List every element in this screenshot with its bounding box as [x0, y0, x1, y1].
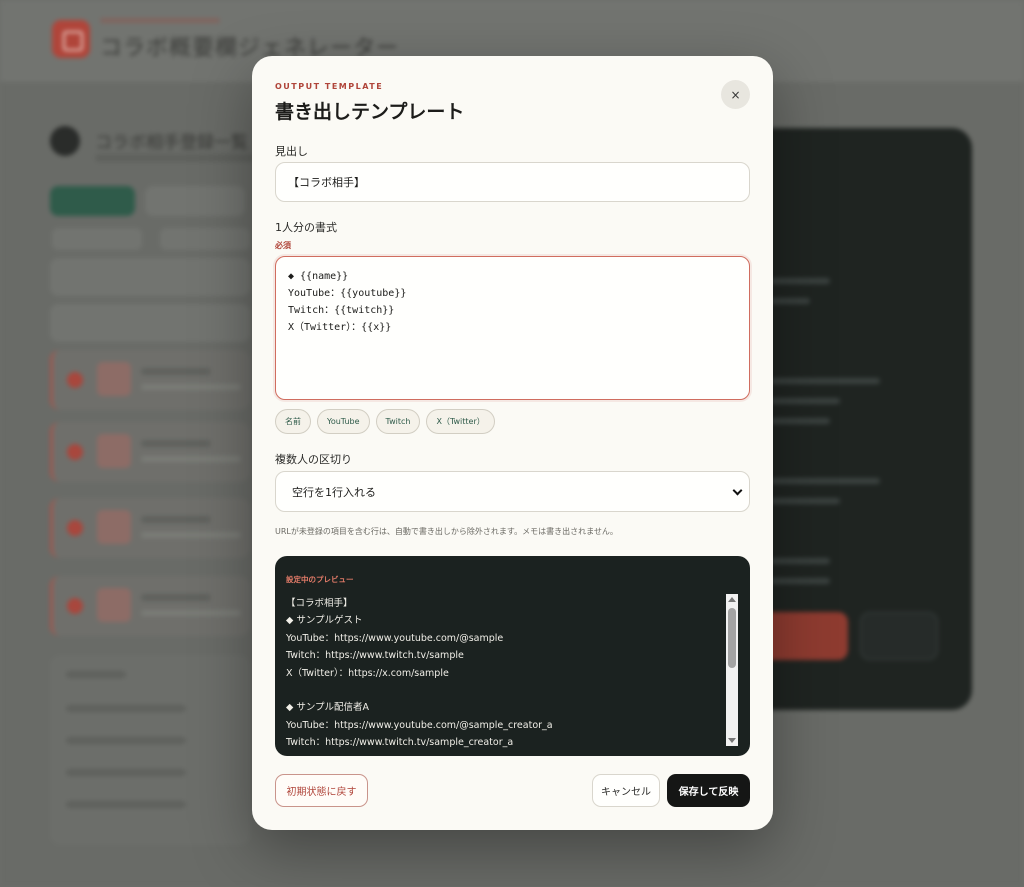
separator-label: 複数人の区切り — [275, 453, 352, 466]
list-title: コラボ相手登録一覧 — [95, 133, 248, 153]
sort-bar — [50, 258, 250, 296]
exclusion-note: URLが未登録の項目を含む行は、自動で書き出しから除外されます。メモは書き出され… — [275, 527, 618, 536]
scroll-down-icon[interactable] — [728, 738, 736, 743]
cancel-button[interactable]: キャンセル — [592, 774, 660, 807]
used-list-panel — [50, 655, 250, 845]
preview-panel: 設定中のプレビュー 【コラボ相手】 ◆ サンプルゲスト YouTube：http… — [275, 556, 750, 756]
chevron-down-icon — [732, 485, 743, 496]
app-eyebrow — [100, 18, 220, 23]
modal-eyebrow: OUTPUT TEMPLATE — [275, 82, 384, 91]
scroll-up-icon[interactable] — [728, 597, 736, 602]
scroll-thumb[interactable] — [728, 608, 736, 668]
app-logo-icon — [52, 20, 90, 58]
list-avatar-icon — [50, 126, 80, 156]
preview-label: 設定中のプレビュー — [286, 575, 354, 584]
tag-pill — [52, 228, 142, 250]
close-icon[interactable]: × — [721, 80, 750, 109]
search-bar — [50, 304, 250, 342]
format-textarea[interactable]: ◆ {{name}} YouTube：{{youtube}} Twitch：{{… — [275, 256, 750, 400]
separator-selected-value: 空行を1行入れる — [292, 485, 376, 499]
token-buttons: 名前 YouTube Twitch X（Twitter） — [275, 409, 495, 434]
separator-select[interactable]: 空行を1行入れる — [275, 471, 750, 512]
list-item — [50, 350, 250, 410]
output-template-modal: OUTPUT TEMPLATE 書き出しテンプレート × 見出し 1人分の書式 … — [252, 56, 773, 830]
reset-button[interactable]: 初期状態に戻す — [275, 774, 368, 807]
list-subtitle — [95, 154, 255, 162]
token-x-button[interactable]: X（Twitter） — [426, 409, 495, 434]
secondary-button — [860, 612, 938, 660]
filter-chip — [145, 186, 245, 216]
preview-text: 【コラボ相手】 ◆ サンプルゲスト YouTube：https://www.yo… — [286, 598, 553, 749]
token-youtube-button[interactable]: YouTube — [317, 409, 370, 434]
format-label: 1人分の書式 — [275, 221, 337, 234]
list-item — [50, 422, 250, 482]
heading-input[interactable] — [275, 162, 750, 202]
list-item — [50, 498, 250, 558]
required-badge: 必須 — [275, 241, 291, 250]
filter-chip-active — [50, 186, 135, 216]
tag-pill — [160, 228, 250, 250]
modal-title: 書き出しテンプレート — [275, 101, 465, 123]
token-twitch-button[interactable]: Twitch — [375, 409, 421, 434]
heading-label: 見出し — [275, 145, 308, 158]
copy-button — [760, 612, 848, 660]
token-name-button[interactable]: 名前 — [275, 409, 311, 434]
list-item — [50, 576, 250, 636]
save-button[interactable]: 保存して反映 — [667, 774, 750, 807]
preview-scrollbar[interactable] — [726, 594, 738, 746]
